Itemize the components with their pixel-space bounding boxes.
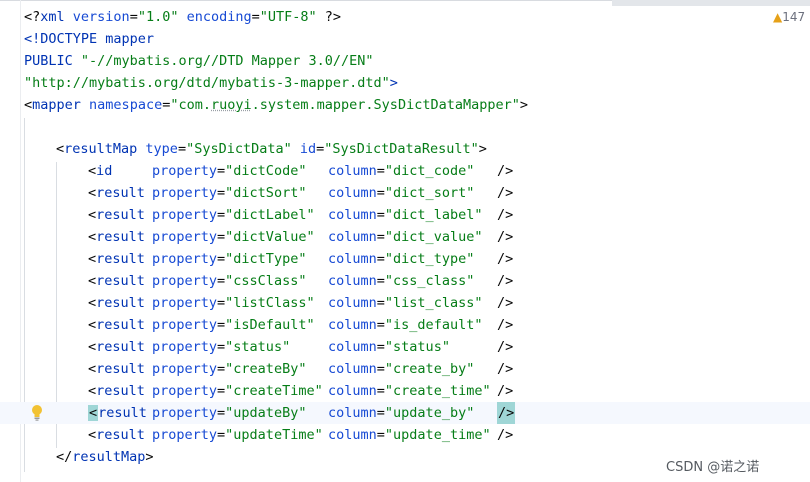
property-attribute: property="updateTime" (152, 427, 323, 443)
property-attribute: property="dictType" (152, 251, 307, 267)
self-close-bracket: /> (497, 402, 516, 424)
column-attribute: column="dict_sort" (328, 185, 475, 201)
code-line-5[interactable]: <mapper namespace="com.ruoyi.system.mapp… (0, 94, 810, 116)
self-close-bracket: /> (497, 207, 514, 223)
result-tag-name: <result (88, 361, 145, 377)
property-attribute: property="dictSort" (152, 185, 307, 201)
code-line-3[interactable]: PUBLIC "-//mybatis.org//DTD Mapper 3.0//… (0, 50, 810, 72)
code-line-16[interactable]: <result property="status" column="status" /… (0, 336, 810, 358)
code-line-17[interactable]: <result property="createBy" column="create… (0, 358, 810, 380)
code-line-2[interactable]: <!DOCTYPE mapper (0, 28, 810, 50)
result-tag-name: <result (88, 339, 145, 355)
code-line-14[interactable]: <result property="listClass" column="list_… (0, 292, 810, 314)
column-attribute: column="create_time" (328, 383, 491, 399)
column-attribute: column="dict_type" (328, 251, 475, 267)
column-attribute: column="update_by" (328, 405, 475, 421)
code-line-7[interactable]: <resultMap type="SysDictData" id="SysDic… (0, 138, 810, 160)
property-attribute: property="createBy" (152, 361, 307, 377)
resultmap-open-tag: <resultMap type="SysDictData" id="SysDic… (56, 141, 487, 157)
property-attribute: property="dictLabel" (152, 207, 315, 223)
column-attribute: column="update_time" (328, 427, 491, 443)
self-close-bracket: /> (497, 251, 514, 267)
property-attribute: property="cssClass" (152, 273, 307, 289)
code-line-9[interactable]: <result property="dictSort" column="dict_s… (0, 182, 810, 204)
resultmap-close-tag: </resultMap> (56, 449, 154, 465)
code-line-8[interactable]: <id property="dictCode" column="dict_code"… (0, 160, 810, 182)
result-tag-name: <result (88, 273, 145, 289)
doctype-public-line: PUBLIC "-//mybatis.org//DTD Mapper 3.0//… (24, 53, 374, 69)
property-attribute: property="dictValue" (152, 229, 315, 245)
result-tag-name: <id (88, 163, 113, 179)
code-line-1[interactable]: <?xml version="1.0" encoding="UTF-8" ?> (0, 6, 810, 28)
result-tag-name: <result (88, 295, 145, 311)
code-line-12[interactable]: <result property="dictType" column="dict_t… (0, 248, 810, 270)
code-line-18[interactable]: <result property="createTime" column="crea… (0, 380, 810, 402)
result-tag-name: <result (88, 405, 147, 421)
result-tag-name: <result (88, 229, 145, 245)
code-line-10[interactable]: <result property="dictLabel" column="dict_… (0, 204, 810, 226)
result-tag-name: <result (88, 207, 145, 223)
self-close-bracket: /> (497, 185, 514, 201)
result-tag-name: <result (88, 317, 145, 333)
code-line-6[interactable] (0, 116, 810, 138)
column-attribute: column="list_class" (328, 295, 483, 311)
self-close-bracket: /> (497, 229, 514, 245)
column-attribute: column="create_by" (328, 361, 475, 377)
code-line-4[interactable]: "http://mybatis.org/dtd/mybatis-3-mapper… (0, 72, 810, 94)
self-close-bracket: /> (497, 361, 514, 377)
code-line-20[interactable]: <result property="updateTime" column="upda… (0, 424, 810, 446)
column-attribute: column="dict_label" (328, 207, 483, 223)
property-attribute: property="dictCode" (152, 163, 307, 179)
code-line-11[interactable]: <result property="dictValue" column="dict_… (0, 226, 810, 248)
code-line-13[interactable]: <result property="cssClass" column="css_cl… (0, 270, 810, 292)
column-attribute: column="css_class" (328, 273, 475, 289)
self-close-bracket: /> (497, 383, 514, 399)
property-attribute: property="updateBy" (152, 405, 307, 421)
property-attribute: property="listClass" (152, 295, 315, 311)
column-attribute: column="dict_value" (328, 229, 483, 245)
property-attribute: property="status" (152, 339, 291, 355)
result-tag-name: <result (88, 383, 145, 399)
code-line-15[interactable]: <result property="isDefault" column="is_de… (0, 314, 810, 336)
mapper-open-tag: <mapper namespace="com.ruoyi.system.mapp… (24, 97, 529, 113)
self-close-bracket: /> (497, 317, 514, 333)
doctype-line: <!DOCTYPE mapper (24, 31, 155, 47)
property-attribute: property="createTime" (152, 383, 323, 399)
column-attribute: column="status" (328, 339, 450, 355)
xml-declaration: <?xml version="1.0" encoding="UTF-8" ?> (24, 9, 342, 25)
csdn-watermark: CSDN @诺之诺 (666, 460, 760, 475)
lightbulb-icon[interactable] (31, 404, 43, 422)
self-close-bracket: /> (497, 339, 514, 355)
property-attribute: property="isDefault" (152, 317, 315, 333)
self-close-bracket: /> (497, 163, 514, 179)
self-close-bracket: /> (497, 295, 514, 311)
self-close-bracket: /> (497, 427, 514, 443)
column-attribute: column="dict_code" (328, 163, 475, 179)
code-editor[interactable]: ▲147 <?xml version="1.0" encoding="UTF-8… (0, 0, 810, 482)
result-tag-name: <result (88, 185, 145, 201)
code-line-19[interactable]: <result property="updateBy" column="update… (0, 402, 810, 424)
result-tag-name: <result (88, 251, 145, 267)
column-attribute: column="is_default" (328, 317, 483, 333)
result-tag-name: <result (88, 427, 145, 443)
doctype-dtd-line: "http://mybatis.org/dtd/mybatis-3-mapper… (24, 75, 398, 91)
self-close-bracket: /> (497, 273, 514, 289)
